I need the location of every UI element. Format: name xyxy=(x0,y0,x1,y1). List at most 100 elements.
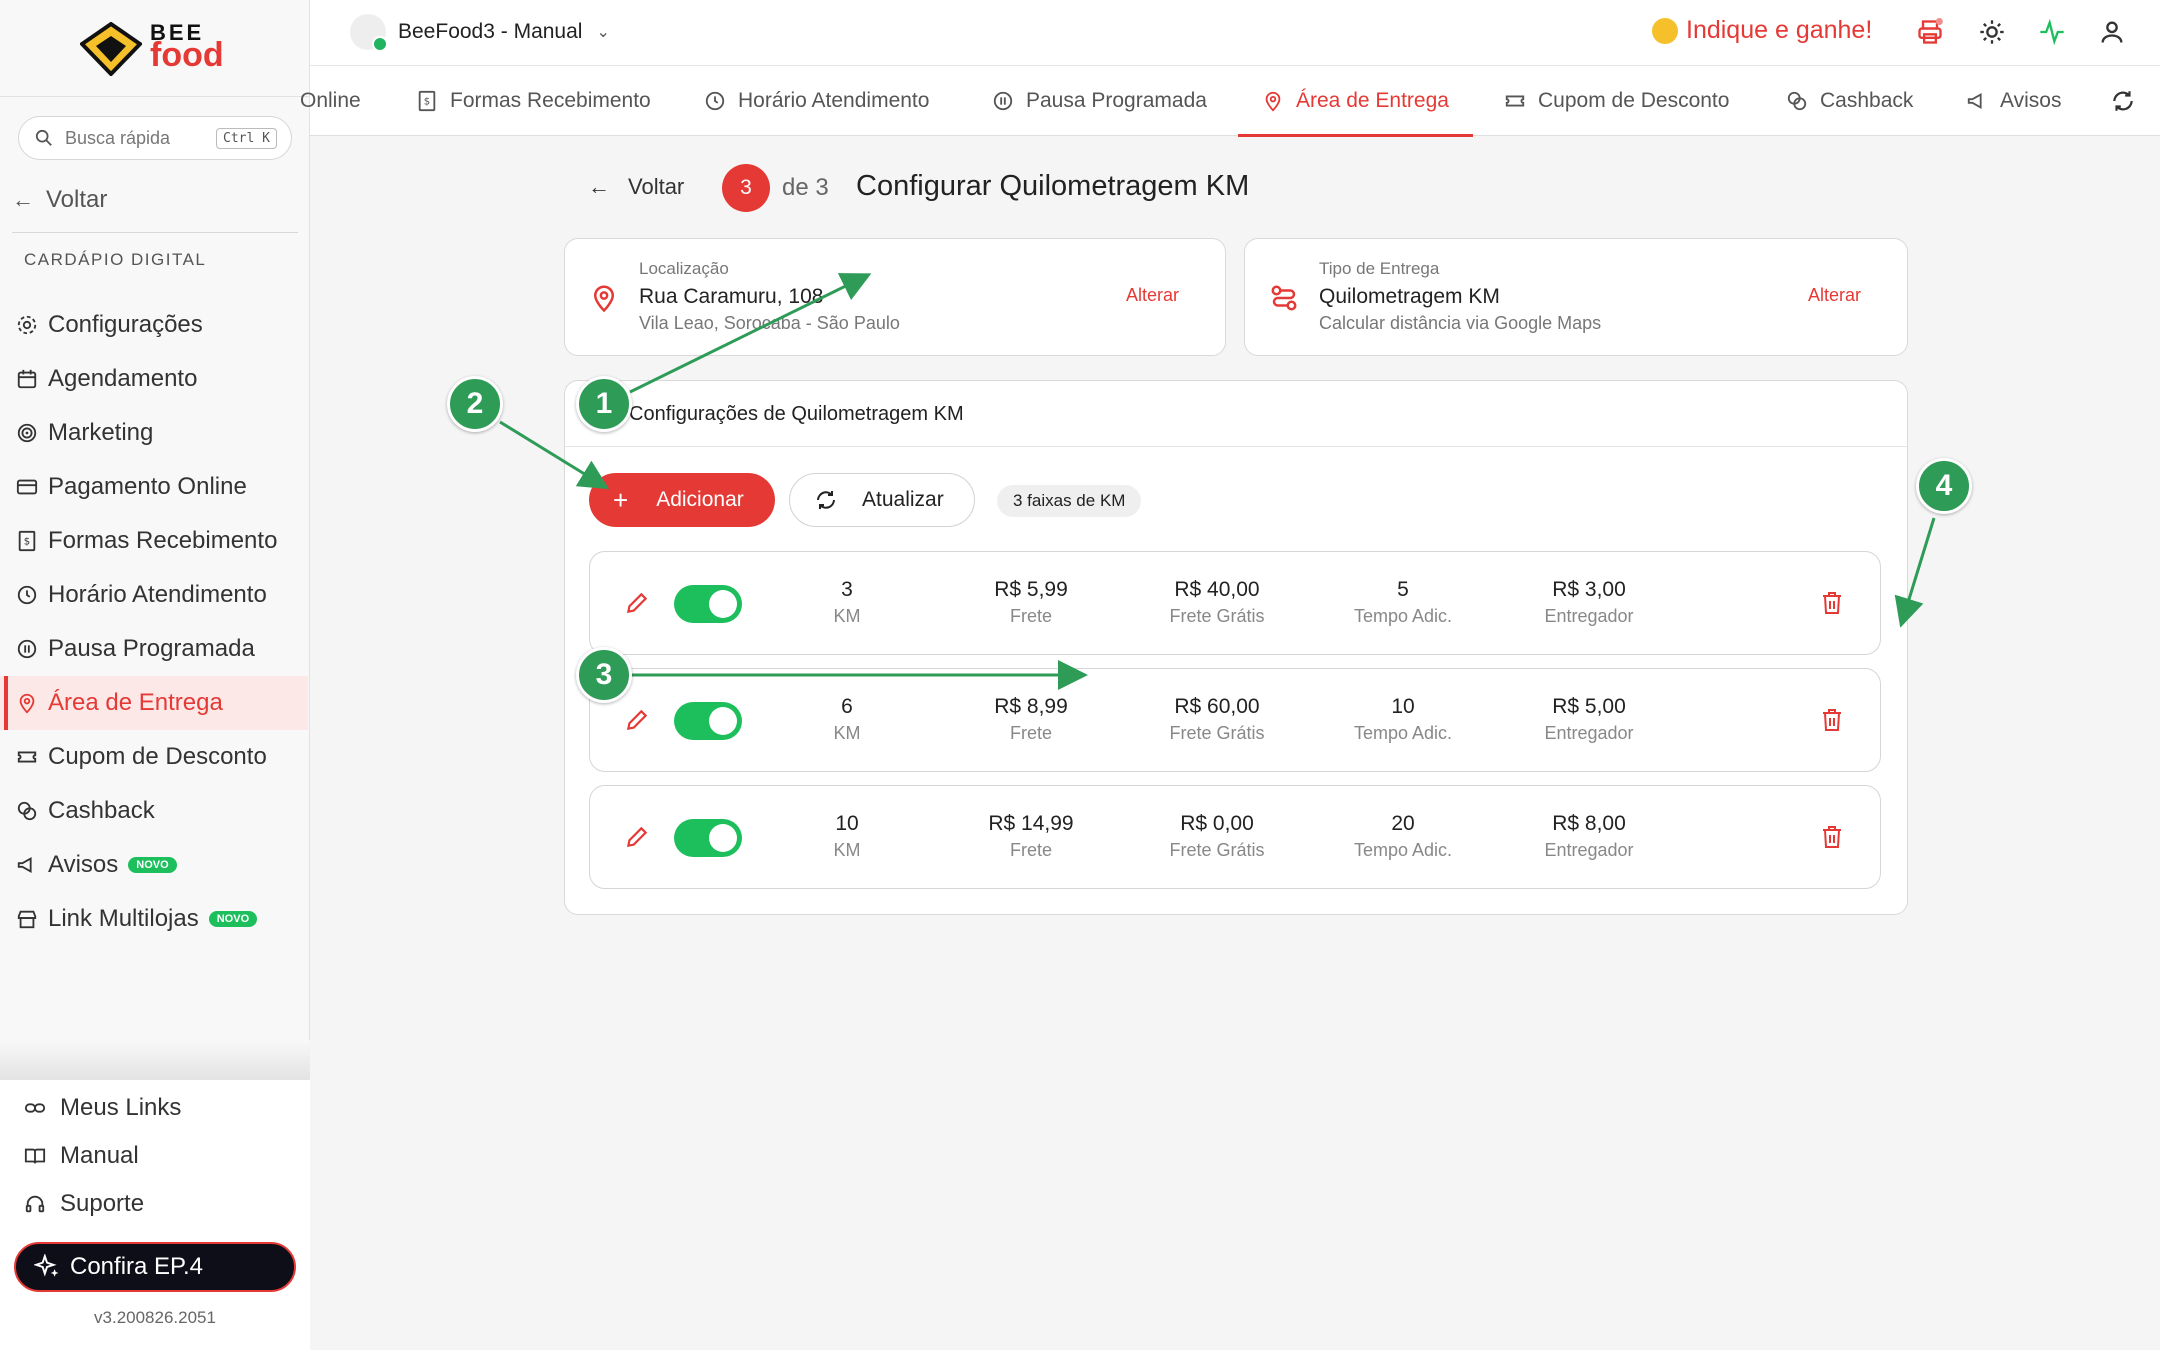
confira-ep-button[interactable]: Confira EP.4 xyxy=(14,1242,296,1292)
refresh-button[interactable]: Atualizar xyxy=(789,473,975,527)
tempo-label: Tempo Adic. xyxy=(1353,723,1453,743)
trash-icon[interactable] xyxy=(1820,707,1844,733)
sidebar-item-horario-atendimento[interactable]: Horário Atendimento xyxy=(0,568,310,622)
money-face-icon xyxy=(1652,17,1678,44)
pause-icon xyxy=(17,639,37,659)
km-label: KM xyxy=(833,723,861,743)
add-button[interactable]: + Adicionar xyxy=(589,473,775,527)
delivery-type-sub: Calcular distância via Google Maps xyxy=(1319,313,1602,333)
refresh-icon[interactable] xyxy=(2110,88,2136,114)
coins-icon xyxy=(1787,91,1807,111)
change-delivery-type-button[interactable]: Alterar xyxy=(1808,285,1861,306)
change-location-button[interactable]: Alterar xyxy=(1126,285,1179,306)
new-badge: NOVO xyxy=(128,857,177,873)
tab-online[interactable]: Online xyxy=(300,66,361,136)
user-icon[interactable] xyxy=(2098,18,2126,46)
trash-icon[interactable] xyxy=(1820,824,1844,850)
sidebar-item-cupom-de-desconto[interactable]: Cupom de Desconto xyxy=(0,730,310,784)
sidebar-item-pagamento-online[interactable]: Pagamento Online xyxy=(0,460,310,514)
search-input[interactable]: Busca rápida Ctrl K xyxy=(18,116,292,160)
tab-cupom-de-desconto[interactable]: Cupom de Desconto xyxy=(1504,66,1729,136)
sidebar-item-area-de-entrega[interactable]: Área de Entrega xyxy=(0,676,308,730)
tab-horario-atendimento[interactable]: Horário Atendimento xyxy=(704,66,929,136)
ticket-icon xyxy=(1505,95,1525,107)
referral-label: Indique e ganhe! xyxy=(1686,16,1873,44)
entregador-value: R$ 8,00 xyxy=(1552,812,1626,835)
tab-area-de-entrega[interactable]: Área de Entrega xyxy=(1238,66,1473,137)
sidebar-item-formas-recebimento[interactable]: $ Formas Recebimento xyxy=(0,514,310,568)
tempo-cell: 5 Tempo Adic. xyxy=(1313,578,1493,627)
entregador-value: R$ 5,00 xyxy=(1552,695,1626,718)
chevron-down-icon: ⌄ xyxy=(596,24,610,41)
receipt-icon: $ xyxy=(418,90,436,112)
headset-icon xyxy=(25,1195,45,1213)
megaphone-icon xyxy=(1967,93,1982,109)
store-avatar xyxy=(350,14,388,52)
divider xyxy=(0,96,310,97)
manual-link[interactable]: Manual xyxy=(24,1142,139,1170)
step-back-button[interactable]: ← Voltar xyxy=(588,174,684,200)
frete-label: Frete xyxy=(1009,723,1052,743)
tab-avisos[interactable]: Avisos xyxy=(1966,66,2061,136)
version-label: v3.200826.2051 xyxy=(94,1308,216,1327)
referral-link[interactable]: Indique e ganhe! xyxy=(1652,16,1872,45)
sidebar-item-label: Link Multilojas xyxy=(48,905,199,932)
map-pin-icon xyxy=(593,285,615,313)
sidebar: BEE food Busca rápida Ctrl K ← Voltar CA… xyxy=(0,0,310,1350)
card-icon xyxy=(16,479,38,495)
tab-formas-recebimento[interactable]: $ Formas Recebimento xyxy=(416,66,651,136)
sidebar-item-label: Formas Recebimento xyxy=(48,527,278,554)
meus-links-link[interactable]: Meus Links xyxy=(24,1094,181,1122)
tab-bar: Online $ Formas Recebimento Horário Aten… xyxy=(300,66,2160,137)
sidebar-item-link-multilojas[interactable]: Link Multilojas NOVO xyxy=(0,892,310,946)
store-selector[interactable]: BeeFood3 - Manual ⌄ xyxy=(350,14,610,52)
tempo-value: 10 xyxy=(1391,695,1415,718)
tab-cashback[interactable]: Cashback xyxy=(1786,66,1913,136)
frete-label: Frete xyxy=(1009,840,1052,860)
suporte-link[interactable]: Suporte xyxy=(24,1190,144,1218)
pencil-icon[interactable] xyxy=(624,824,650,850)
sidebar-item-label: Cupom de Desconto xyxy=(48,743,267,770)
sidebar-item-avisos[interactable]: Avisos NOVO xyxy=(0,838,310,892)
step-of-label: de 3 xyxy=(782,174,829,201)
enabled-toggle[interactable] xyxy=(674,819,742,857)
trash-icon[interactable] xyxy=(1820,590,1844,616)
sidebar-item-agendamento[interactable]: Agendamento xyxy=(0,352,310,406)
delivery-type-value: Quilometragem KM xyxy=(1319,285,1500,308)
logo[interactable]: BEE food xyxy=(80,20,240,80)
frete-cell: R$ 14,99 Frete xyxy=(941,812,1121,861)
count-badge: 3 faixas de KM xyxy=(997,485,1142,517)
plus-icon: + xyxy=(613,485,629,515)
km-cell: 3 KM xyxy=(757,578,937,627)
sidebar-item-marketing[interactable]: Marketing xyxy=(0,406,310,460)
search-icon xyxy=(35,129,52,146)
tab-label: Avisos xyxy=(2000,89,2062,112)
km-row: 10 KM R$ 14,99 Frete R$ 0,00 Frete Grátis 2… xyxy=(589,785,1881,889)
sidebar-item-pausa-programada[interactable]: Pausa Programada xyxy=(0,622,310,676)
map-pin-icon xyxy=(1265,91,1281,112)
svg-text:$: $ xyxy=(424,97,430,108)
sidebar-item-cashback[interactable]: Cashback xyxy=(0,784,310,838)
frete-gratis-value: R$ 0,00 xyxy=(1180,812,1254,835)
km-row: 3 KM R$ 5,99 Frete R$ 40,00 Frete Grátis 5 T… xyxy=(589,551,1881,655)
calendar-icon xyxy=(17,369,37,389)
back-link[interactable]: ← Voltar xyxy=(12,186,107,214)
printer-icon[interactable] xyxy=(1916,18,1944,46)
frete-gratis-value: R$ 40,00 xyxy=(1174,578,1260,601)
tab-label: Formas Recebimento xyxy=(450,89,651,112)
svg-text:$: $ xyxy=(24,537,30,548)
enabled-toggle[interactable] xyxy=(674,585,742,623)
sun-icon[interactable] xyxy=(1978,18,2006,46)
sidebar-item-configuracoes[interactable]: Configurações xyxy=(0,298,310,352)
enabled-toggle[interactable] xyxy=(674,702,742,740)
pencil-icon[interactable] xyxy=(624,707,650,733)
ticket-icon xyxy=(17,751,37,763)
store-name: BeeFood3 - Manual xyxy=(398,20,583,43)
tab-pausa-programada[interactable]: Pausa Programada xyxy=(992,66,1207,136)
tempo-label: Tempo Adic. xyxy=(1353,840,1453,860)
tempo-cell: 10 Tempo Adic. xyxy=(1313,695,1493,744)
tab-label: Horário Atendimento xyxy=(738,89,930,112)
pencil-icon[interactable] xyxy=(624,590,650,616)
location-value: Rua Caramuru, 108 xyxy=(639,285,824,308)
activity-icon[interactable] xyxy=(2038,18,2066,46)
